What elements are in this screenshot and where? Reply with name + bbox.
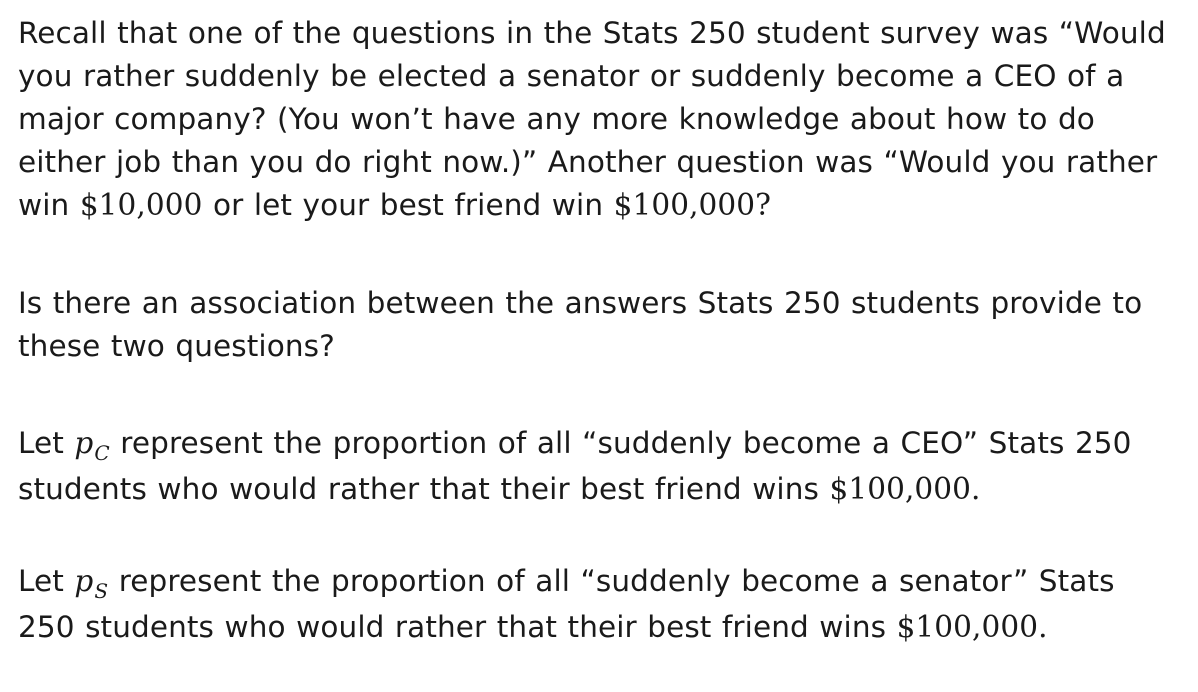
ps-variable: p (74, 564, 94, 598)
question-mark: ? (755, 188, 772, 222)
ps-period: . (1038, 610, 1048, 644)
ps-money-amount: $100,000 (896, 610, 1039, 644)
association-question-paragraph: Is there an association between the answ… (18, 282, 1178, 368)
pc-variable: p (74, 426, 94, 460)
paragraph-2-text: Is there an association between the answ… (18, 286, 1143, 363)
paragraph-1-middle-text: or let your best friend win (202, 188, 614, 222)
ps-definition-paragraph: Let pS represent the proportion of all “… (18, 560, 1178, 649)
ps-prefix: Let (18, 564, 75, 598)
survey-questions-paragraph: Recall that one of the questions in the … (18, 12, 1183, 227)
money-amount-10000: $10,000 (79, 188, 203, 222)
pc-prefix: Let (18, 426, 75, 460)
ps-subscript: S (94, 579, 109, 603)
money-amount-100000: $100,000 (613, 188, 756, 222)
pc-period: . (971, 472, 981, 506)
pc-money-amount: $100,000 (829, 472, 972, 506)
pc-subscript: C (94, 441, 110, 465)
pc-definition-paragraph: Let pC represent the proportion of all “… (18, 422, 1178, 511)
